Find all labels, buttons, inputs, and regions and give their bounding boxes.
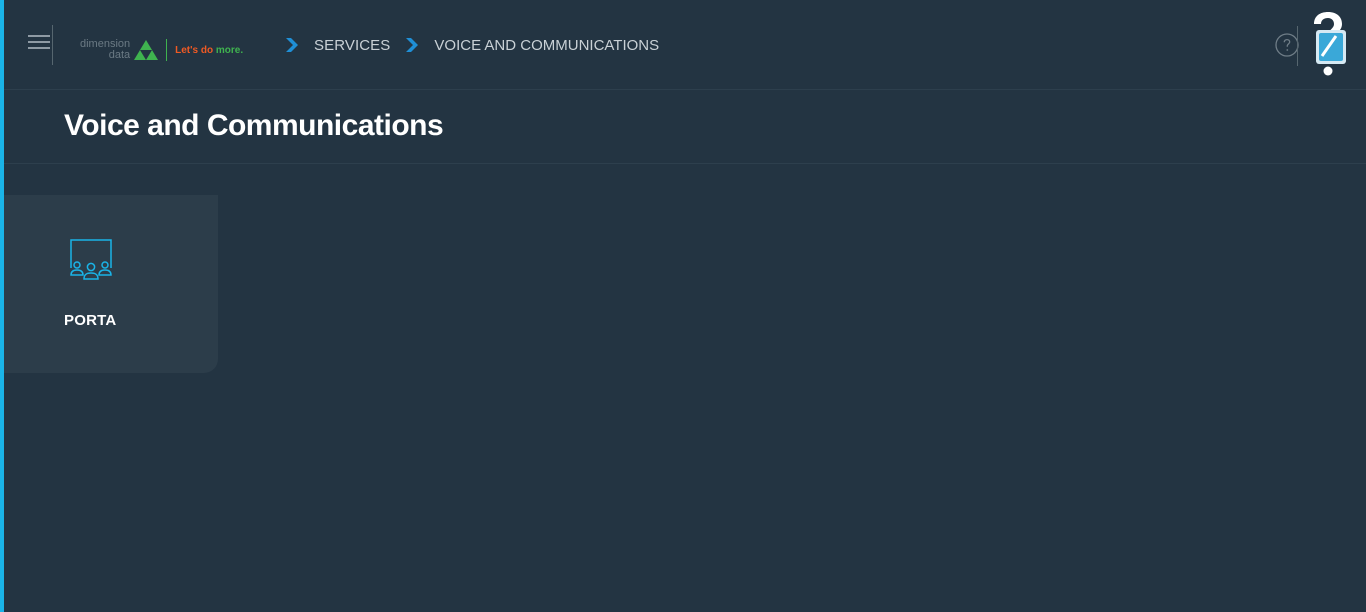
breadcrumb-voice-and-communications: VOICE AND COMMUNICATIONS (434, 36, 660, 54)
user-divider (1297, 26, 1298, 66)
service-tile-porta[interactable]: PORTA (4, 195, 218, 373)
dimension-data-logo[interactable]: dimension data Let's do more. (80, 36, 243, 64)
logo-tagline: Let's do more. (175, 44, 244, 56)
chevron-right-icon (406, 38, 419, 52)
breadcrumb: SERVICES VOICE AND COMMUNICATIONS (286, 34, 659, 56)
breadcrumb-services[interactable]: SERVICES (314, 37, 390, 54)
page-title-bar: Voice and Communications (4, 91, 1366, 164)
page-title: Voice and Communications (64, 109, 444, 142)
app-page: dimension data Let's do more. SERVICES V… (0, 0, 1366, 612)
presentation-audience-icon (70, 239, 112, 280)
top-bar: dimension data Let's do more. SERVICES V… (4, 0, 1366, 90)
help-circle-icon[interactable] (1275, 33, 1299, 57)
service-tile-label: PORTA (64, 312, 117, 329)
user-avatar-icon[interactable] (1306, 10, 1350, 80)
hamburger-menu-icon[interactable] (28, 35, 50, 55)
menu-divider (52, 25, 53, 65)
logo-wordmark: dimension data (80, 38, 131, 61)
logo-triangle-icon (134, 40, 159, 60)
logo-separator (166, 39, 168, 61)
chevron-right-icon (286, 38, 298, 52)
